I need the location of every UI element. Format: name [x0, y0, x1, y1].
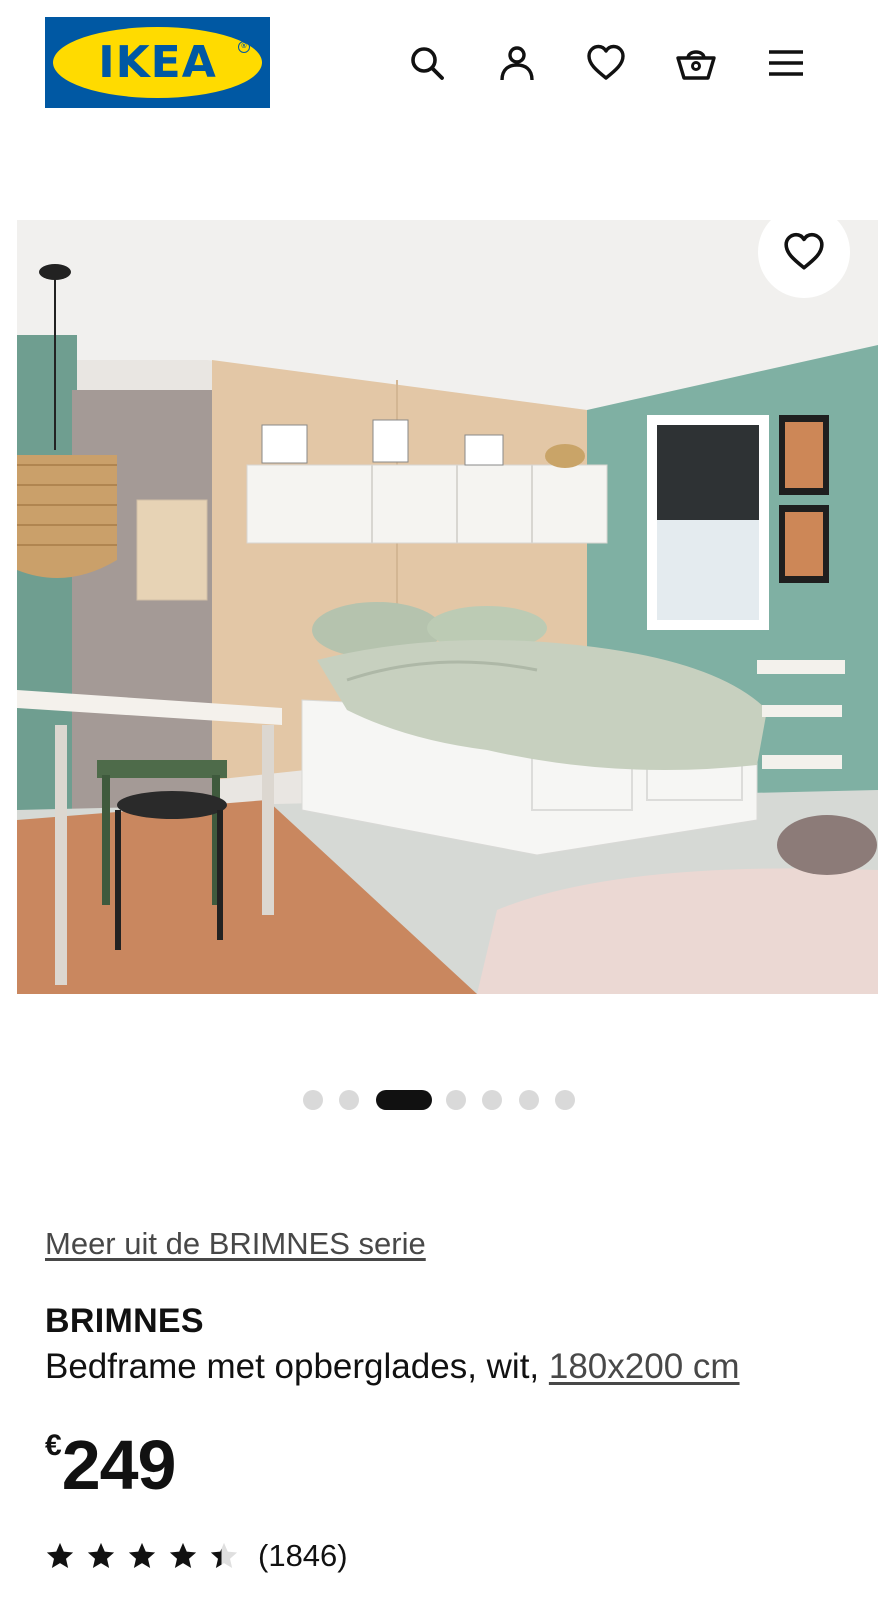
series-link[interactable]: Meer uit de BRIMNES serie	[45, 1226, 426, 1262]
registered-mark: ®	[238, 41, 250, 53]
account-icon[interactable]	[494, 40, 540, 86]
product-description-text: Bedframe met opberglades, wit,	[45, 1347, 549, 1386]
gallery-dot[interactable]	[482, 1090, 502, 1110]
search-icon[interactable]	[404, 40, 450, 86]
gallery-pagination	[0, 1090, 894, 1110]
star-full-icon	[87, 1542, 115, 1568]
menu-icon[interactable]	[763, 40, 809, 86]
heart-icon[interactable]	[583, 40, 629, 86]
star-partial-icon	[210, 1542, 238, 1568]
gallery-dot[interactable]	[555, 1090, 575, 1110]
gallery-dot[interactable]	[519, 1090, 539, 1110]
gallery-dot[interactable]	[446, 1090, 466, 1110]
bedroom-scene-illustration	[17, 220, 878, 994]
star-full-icon	[46, 1542, 74, 1568]
header: IKEA ®	[0, 0, 894, 130]
product-size-link[interactable]: 180x200 cm	[549, 1347, 740, 1386]
gallery-dot[interactable]	[339, 1090, 359, 1110]
rating-summary[interactable]: (1846)	[45, 1536, 348, 1576]
gallery-dot-active[interactable]	[376, 1090, 432, 1110]
price-currency: €	[45, 1429, 62, 1462]
price-value: 249	[61, 1426, 177, 1504]
ikea-logo[interactable]: IKEA ®	[45, 17, 270, 108]
star-full-icon	[169, 1542, 197, 1568]
product-price: €249	[45, 1425, 177, 1505]
product-image[interactable]	[17, 220, 878, 994]
product-description: Bedframe met opberglades, wit, 180x200 c…	[45, 1347, 740, 1387]
product-name: BRIMNES	[45, 1302, 204, 1340]
basket-icon[interactable]	[673, 40, 719, 86]
logo-text: IKEA	[98, 37, 217, 88]
star-full-icon	[128, 1542, 156, 1568]
heart-icon	[784, 232, 824, 270]
rating-count: (1846)	[258, 1538, 348, 1573]
gallery-dot[interactable]	[303, 1090, 323, 1110]
image-favourite-button[interactable]	[758, 206, 850, 298]
